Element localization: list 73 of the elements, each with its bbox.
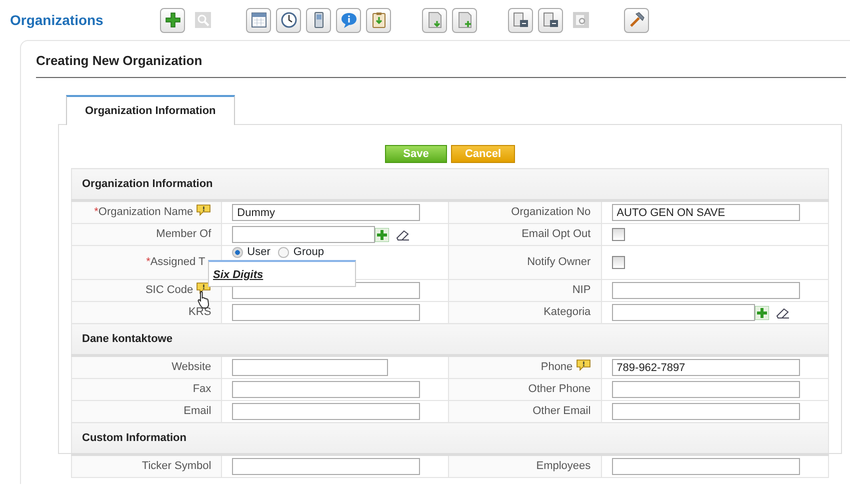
field-label: Phone: [540, 361, 573, 374]
input-field[interactable]: [232, 304, 420, 321]
input-field[interactable]: Dummy: [232, 204, 420, 221]
clock-icon: [280, 11, 298, 29]
input-field[interactable]: 789-962-7897: [612, 359, 800, 376]
field-label: *Organization Name: [94, 206, 194, 218]
radio-label: User: [247, 246, 270, 258]
clipboard-icon: [370, 11, 388, 29]
section-title: Organization Information: [82, 178, 213, 190]
field-label: Organization No: [511, 206, 591, 218]
radio-label: Group: [293, 246, 324, 258]
document-arrow-button[interactable]: [422, 8, 447, 32]
input-field[interactable]: [232, 381, 420, 398]
phone-button[interactable]: [306, 8, 331, 32]
page-title: Organizations: [10, 10, 104, 30]
field-label: NIP: [572, 284, 591, 296]
add-icon[interactable]: [375, 228, 390, 242]
documents-button[interactable]: [538, 8, 563, 32]
document-plus-button[interactable]: [452, 8, 477, 32]
speech-bubble-icon: [340, 11, 358, 29]
input-field[interactable]: [612, 458, 800, 475]
help-icon[interactable]: [196, 282, 212, 294]
field-label: Website: [172, 361, 212, 374]
field-label: Email: [184, 405, 212, 418]
field-label: Fax: [192, 383, 212, 396]
field-label: Member Of: [156, 228, 212, 240]
documents-icon: [512, 11, 530, 29]
input-field[interactable]: [612, 381, 800, 398]
hammer-icon: [628, 11, 646, 29]
input-field[interactable]: [612, 282, 800, 299]
radio-button[interactable]: [232, 246, 244, 258]
documents-button[interactable]: [508, 8, 533, 32]
clipboard-button[interactable]: [366, 8, 391, 32]
calendar-icon: [250, 11, 268, 29]
eraser-icon[interactable]: [396, 228, 410, 241]
field-label: Other Phone: [528, 383, 591, 396]
plus-button[interactable]: [160, 8, 185, 32]
tooltip: Six Digits: [208, 260, 356, 287]
help-icon[interactable]: [196, 204, 212, 216]
add-icon[interactable]: [754, 306, 769, 320]
field-label: *Assigned T: [146, 256, 206, 268]
calendar-button[interactable]: [246, 8, 271, 32]
documents-icon: [542, 11, 560, 29]
search-icon: [194, 11, 212, 29]
field-label: Other Email: [532, 405, 591, 418]
eraser-icon[interactable]: [776, 306, 790, 319]
field-label: Email Opt Out: [522, 228, 591, 240]
help-icon[interactable]: [576, 359, 591, 372]
document-plus-icon: [456, 11, 474, 29]
field-label: Employees: [536, 460, 591, 472]
input-field[interactable]: AUTO GEN ON SAVE: [612, 204, 800, 221]
input-field[interactable]: [612, 403, 800, 420]
speech-bubble-button[interactable]: [336, 8, 361, 32]
checkbox[interactable]: [612, 256, 625, 269]
field-label: Ticker Symbol: [142, 460, 212, 472]
plus-icon: [164, 11, 182, 29]
radio-button[interactable]: [278, 246, 290, 258]
section-title: Dane kontaktowe: [82, 332, 172, 345]
checkbox[interactable]: [612, 228, 625, 241]
input-field[interactable]: [232, 226, 376, 243]
field-label: SIC Code: [145, 284, 194, 296]
field-label: Kategoria: [544, 306, 591, 318]
section-title: Custom Information: [82, 432, 186, 444]
clock-button[interactable]: [276, 8, 301, 32]
input-field[interactable]: [232, 359, 388, 376]
field-label: KRS: [188, 306, 212, 318]
hammer-button[interactable]: [624, 8, 649, 32]
panel-title: Creating New Organization: [36, 51, 846, 78]
input-field[interactable]: [612, 304, 755, 321]
input-field[interactable]: [232, 403, 420, 420]
field-label: Notify Owner: [527, 256, 591, 268]
tab[interactable]: Organization Information: [66, 94, 235, 125]
input-field[interactable]: [232, 458, 420, 475]
